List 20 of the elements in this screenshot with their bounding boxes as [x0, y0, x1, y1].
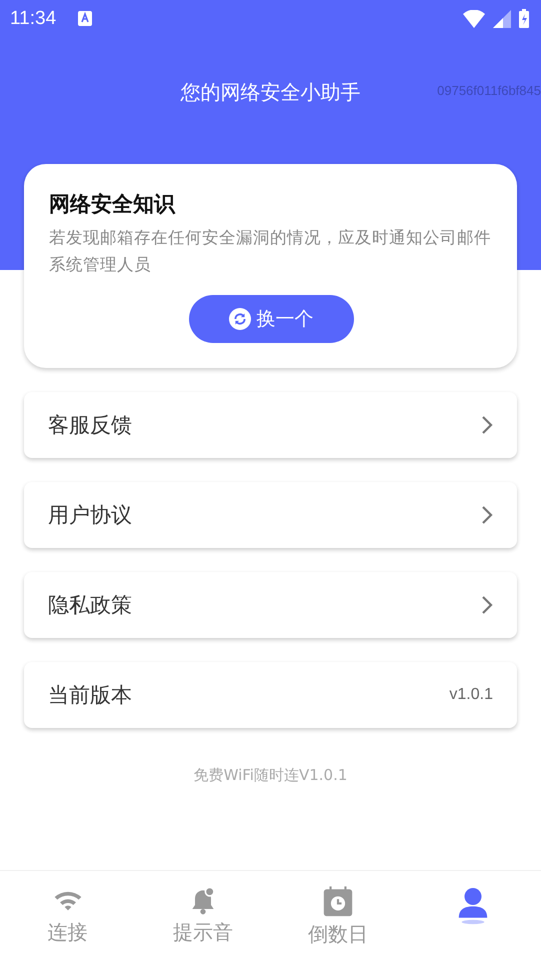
battery-charging-icon	[519, 9, 529, 28]
app-version-text: 免费WiFi随时连V1.0.1	[194, 766, 348, 785]
version-value: v1.0.1	[449, 686, 493, 704]
card-title: 网络安全知识	[49, 191, 176, 218]
menu-item[interactable]: 用户协议	[24, 482, 517, 548]
wifi-signal-icon	[463, 10, 485, 28]
chevron-right-icon	[481, 415, 493, 435]
chevron-right-icon	[481, 595, 493, 615]
menu-item[interactable]: 客服反馈	[24, 392, 517, 458]
device-code: 09756f011f6bf845	[437, 83, 541, 98]
tip-text: 若发现邮箱存在任何安全漏洞的情况，应及时通知公司邮件系统管理人员	[49, 227, 492, 276]
keyboard-notification-icon	[78, 11, 92, 26]
cell-signal-icon	[493, 10, 511, 28]
menu-item[interactable]: 当前版本 v1.0.1	[24, 662, 517, 728]
refresh-icon	[228, 308, 250, 330]
status-time: 11:34	[10, 8, 56, 30]
menu-item[interactable]: 隐私政策	[24, 572, 517, 638]
refresh-button[interactable]: 换一个	[188, 295, 354, 343]
page-title: 您的网络安全小助手	[180, 79, 360, 106]
chevron-right-icon	[481, 505, 493, 525]
